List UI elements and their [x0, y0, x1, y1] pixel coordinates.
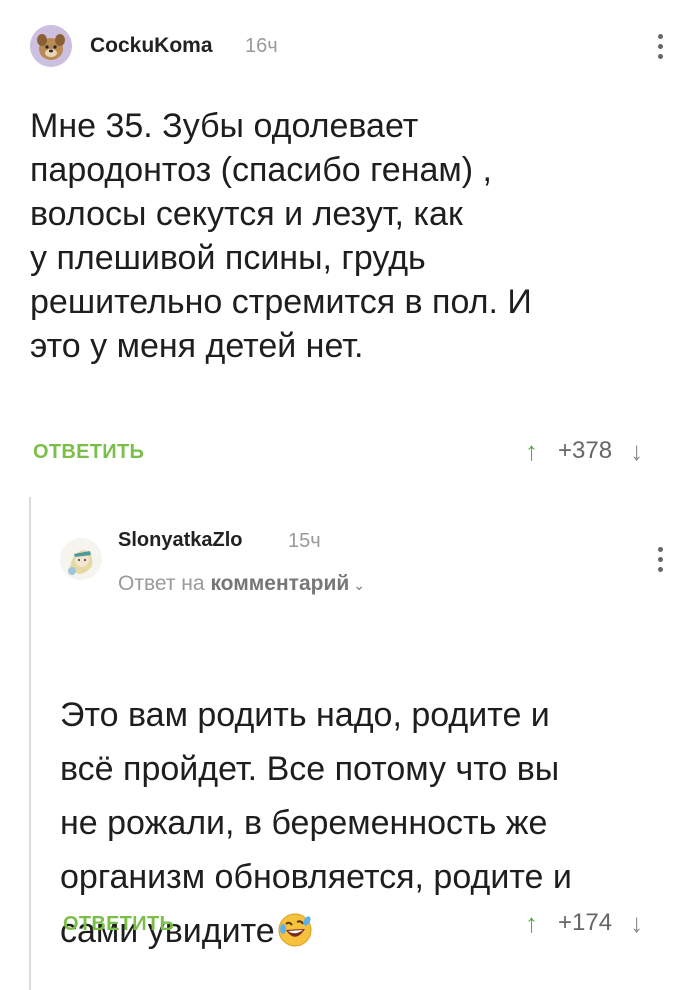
reply-to-target: комментарий: [210, 572, 350, 595]
avatar[interactable]: [60, 538, 102, 580]
dog-avatar-icon: [30, 25, 72, 67]
timestamp: 15ч: [288, 530, 321, 552]
vote-controls: ↑ +378 ↓: [525, 437, 643, 465]
thread-line: [29, 497, 31, 990]
score: +378: [558, 437, 613, 464]
upvote-arrow-icon[interactable]: ↑: [525, 910, 538, 936]
comment-text-content: Это вам родить надо, родите и всё пройде…: [60, 696, 572, 950]
comment-text: Мне 35. Зубы одолевает пародонтоз (спаси…: [30, 107, 532, 365]
reply-to-prefix: Ответ на: [118, 572, 205, 595]
timestamp: 16ч: [245, 35, 278, 57]
avatar[interactable]: [30, 25, 72, 67]
downvote-arrow-icon[interactable]: ↓: [630, 910, 643, 936]
girl-avatar-icon: [60, 538, 102, 580]
reply-button[interactable]: ОТВЕТИТЬ: [63, 913, 174, 936]
rolling-laughing-emoji-icon: [278, 913, 312, 947]
vote-controls: ↑ +174 ↓: [525, 909, 643, 937]
username[interactable]: CockuKoma: [90, 34, 213, 58]
chevron-down-icon: ⌄: [353, 577, 365, 593]
username[interactable]: SlonyatkaZlo: [118, 529, 242, 552]
reply-to-link[interactable]: Ответ на комментарий ⌄: [118, 572, 365, 596]
score: +174: [558, 909, 613, 936]
downvote-arrow-icon[interactable]: ↓: [630, 438, 643, 464]
more-options-icon[interactable]: [655, 547, 665, 577]
more-options-icon[interactable]: [655, 34, 665, 64]
upvote-arrow-icon[interactable]: ↑: [525, 438, 538, 464]
reply-button[interactable]: ОТВЕТИТЬ: [33, 441, 144, 464]
